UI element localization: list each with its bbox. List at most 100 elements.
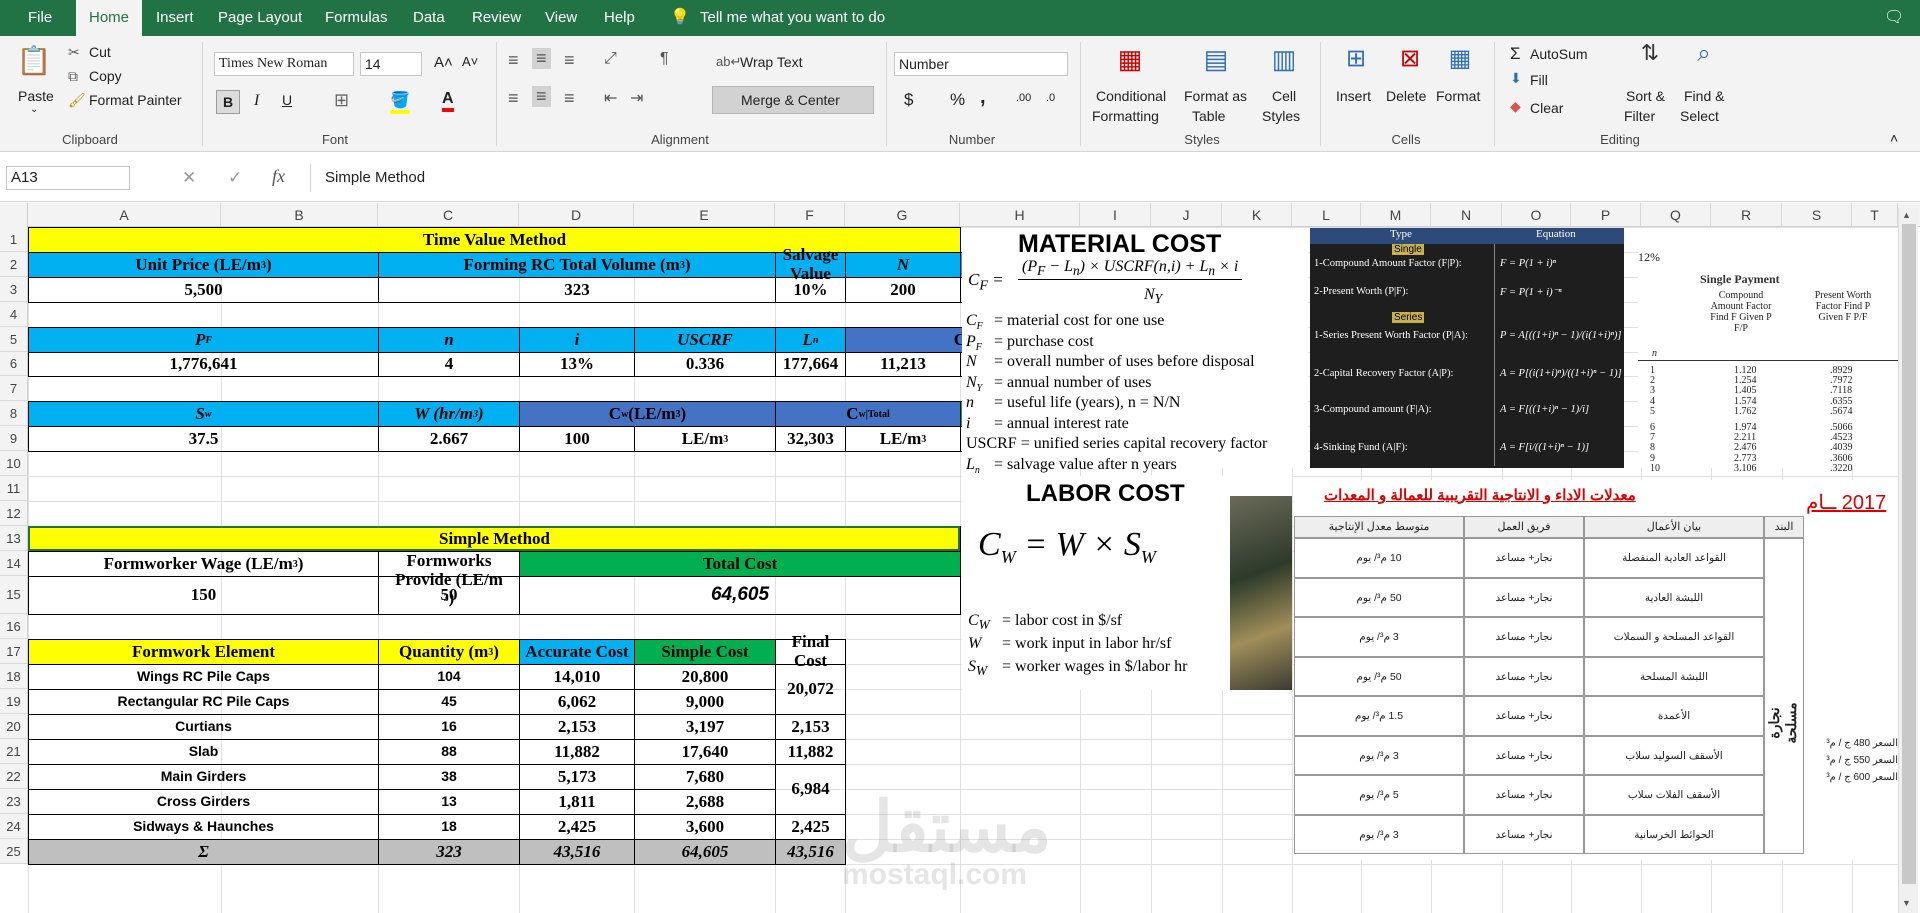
column-header[interactable]: F: [775, 203, 845, 227]
element-simple[interactable]: 17,640: [634, 739, 776, 765]
column-header[interactable]: B: [221, 203, 378, 227]
paste-icon[interactable]: 📋: [14, 44, 54, 77]
row-header[interactable]: 8: [0, 401, 28, 426]
row-header[interactable]: 13: [0, 526, 28, 551]
pf-header[interactable]: PF: [28, 327, 379, 353]
column-header[interactable]: P: [1571, 203, 1641, 227]
i-header[interactable]: i: [519, 327, 635, 353]
element-accurate[interactable]: 1,811: [519, 789, 635, 815]
simple-total-cost-header[interactable]: Total Cost: [519, 551, 961, 577]
select-label[interactable]: Select: [1680, 108, 1719, 124]
tab-insert[interactable]: Insert: [152, 0, 198, 36]
column-header[interactable]: E: [634, 203, 775, 227]
tab-file[interactable]: File: [24, 0, 56, 36]
column-header[interactable]: D: [519, 203, 634, 227]
row-header[interactable]: 11: [0, 476, 28, 501]
element-name[interactable]: Cross Girders: [28, 789, 379, 815]
simple-cost-header[interactable]: Simple Cost: [634, 639, 776, 665]
row-header[interactable]: 7: [0, 376, 28, 401]
formatting-label[interactable]: Formatting: [1092, 108, 1159, 124]
unit-price-header[interactable]: Unit Price (LE/m 3): [28, 252, 379, 278]
w-header[interactable]: W (hr/m 3): [378, 401, 520, 427]
tab-page-layout[interactable]: Page Layout: [214, 0, 306, 36]
align-right-icon[interactable]: ≡: [564, 88, 575, 109]
simple-method-title[interactable]: Simple Method: [28, 526, 961, 552]
name-box[interactable]: A13: [6, 166, 130, 190]
row-header[interactable]: 4: [0, 302, 28, 327]
final-cost-header[interactable]: Final Cost: [775, 632, 846, 670]
row-header[interactable]: 14: [0, 551, 28, 576]
format-cells-button[interactable]: Format: [1436, 88, 1480, 104]
number-format-select[interactable]: Number: [894, 52, 1068, 76]
row-header[interactable]: 25: [0, 839, 28, 864]
row-header[interactable]: 5: [0, 327, 28, 352]
element-name[interactable]: Curtians: [28, 714, 379, 740]
comma-button[interactable]: ,: [980, 86, 986, 109]
column-header[interactable]: A: [28, 203, 221, 227]
formworker-wage-header[interactable]: Formworker Wage (LE/m 3): [28, 551, 379, 577]
sw-header[interactable]: Sw: [28, 401, 379, 427]
element-name[interactable]: Slab: [28, 739, 379, 765]
tab-formulas[interactable]: Formulas: [321, 0, 392, 36]
borders-icon[interactable]: ⊞: [334, 90, 349, 111]
column-header[interactable]: O: [1502, 203, 1571, 227]
row-header[interactable]: 18: [0, 664, 28, 689]
row-header[interactable]: 15: [0, 576, 28, 614]
n-header[interactable]: N: [845, 252, 961, 278]
align-middle-icon[interactable]: ≡: [532, 48, 551, 69]
formworks-provide-value[interactable]: 50: [378, 576, 520, 615]
font-color-icon[interactable]: A: [442, 90, 454, 112]
sum-simple[interactable]: 64,605: [634, 839, 776, 865]
n-small-value[interactable]: 4: [378, 352, 520, 377]
element-simple[interactable]: 2,688: [634, 789, 776, 815]
paste-dropdown-icon[interactable]: ⌄: [30, 104, 38, 115]
row-header[interactable]: 6: [0, 352, 28, 376]
column-header[interactable]: Q: [1641, 203, 1711, 227]
cw-total-value[interactable]: 32,303: [775, 426, 846, 452]
column-header[interactable]: K: [1222, 203, 1292, 227]
forming-volume-value[interactable]: 323: [378, 277, 776, 303]
element-qty[interactable]: 104: [378, 664, 520, 690]
unit-price-value[interactable]: 5,500: [28, 277, 379, 303]
column-header[interactable]: R: [1711, 203, 1782, 227]
tab-view[interactable]: View: [541, 0, 581, 36]
row-header[interactable]: 22: [0, 764, 28, 789]
row-header[interactable]: 2: [0, 252, 28, 277]
column-header[interactable]: I: [1080, 203, 1151, 227]
w-value[interactable]: 2.667: [378, 426, 520, 452]
final-cost-value[interactable]: 11,882: [775, 739, 846, 765]
cw-total-header[interactable]: Cw|Total: [775, 401, 961, 427]
align-left-icon[interactable]: ≡: [508, 88, 519, 109]
tab-review[interactable]: Review: [468, 0, 525, 36]
paste-button[interactable]: Paste: [18, 88, 54, 104]
element-qty[interactable]: 38: [378, 764, 520, 790]
bold-button[interactable]: B: [216, 90, 240, 114]
scroll-up-icon[interactable]: ▲: [1902, 210, 1911, 220]
tab-help[interactable]: Help: [600, 0, 639, 36]
pf-value[interactable]: 1,776,641: [28, 352, 379, 377]
enter-icon[interactable]: ✓: [228, 168, 242, 188]
align-top-icon[interactable]: ≡: [508, 50, 519, 71]
sum-qty[interactable]: 323: [378, 839, 520, 865]
element-simple[interactable]: 3,600: [634, 814, 776, 840]
salvage-value-header[interactable]: Salvage Value: [775, 245, 846, 283]
font-name-select[interactable]: Times New Roman: [214, 52, 354, 76]
decrease-indent-icon[interactable]: ⇤: [604, 88, 617, 108]
tab-data[interactable]: Data: [409, 0, 449, 36]
tell-me-search[interactable]: Tell me what you want to do: [696, 0, 889, 36]
shrink-font-icon[interactable]: A˅: [462, 54, 478, 69]
cancel-icon[interactable]: ✕: [182, 168, 196, 188]
row-header[interactable]: 12: [0, 501, 28, 526]
wrap-text-button[interactable]: Wrap Text: [740, 54, 803, 70]
styles-label[interactable]: Styles: [1262, 108, 1300, 124]
row-header[interactable]: 9: [0, 426, 28, 451]
formworks-provide-header[interactable]: Formworks Provide (LE/m 3): [378, 551, 520, 607]
cw-value[interactable]: 100: [519, 426, 635, 452]
sum-accurate[interactable]: 43,516: [519, 839, 635, 865]
ln-value[interactable]: 177,664: [775, 352, 846, 377]
cw-unit[interactable]: LE/m 3: [634, 426, 776, 452]
final-cost-value[interactable]: 6,984: [775, 764, 846, 815]
element-name[interactable]: Rectangular RC Pile Caps: [28, 689, 379, 715]
column-header[interactable]: C: [378, 203, 519, 227]
sum-label[interactable]: Σ: [28, 839, 379, 865]
